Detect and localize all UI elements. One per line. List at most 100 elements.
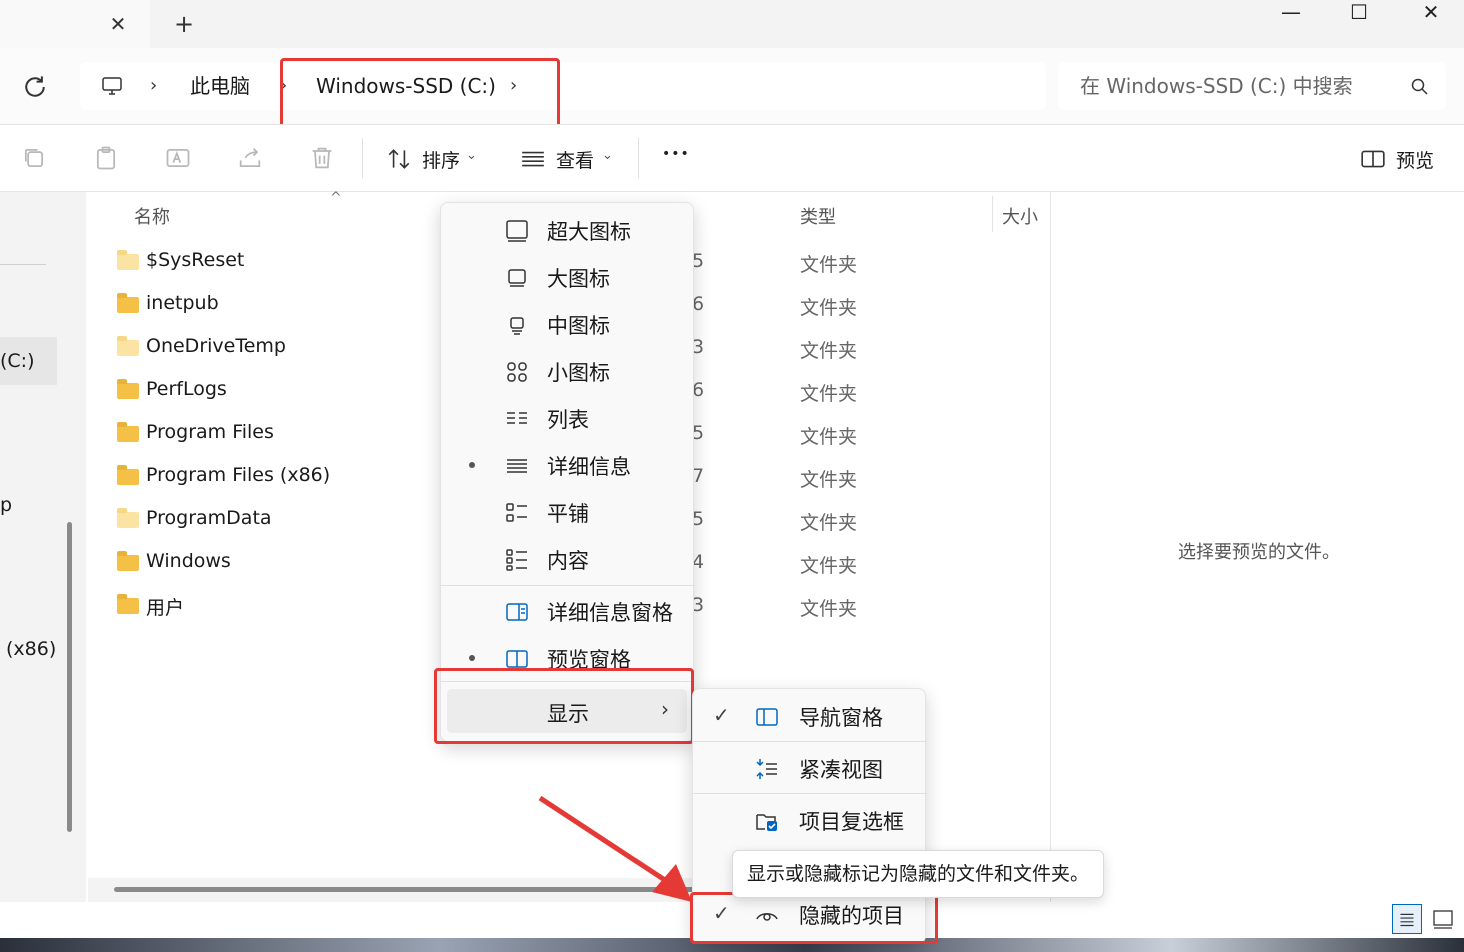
file-name: ProgramData	[146, 507, 272, 529]
close-window-button[interactable]: ✕	[1396, 0, 1464, 26]
menu-item-small-icons[interactable]: 小图标	[441, 348, 695, 395]
preview-pane-icon[interactable]	[1360, 148, 1386, 170]
menu-item-navigation-pane[interactable]: ✓ 导航窗格	[693, 693, 927, 740]
maximize-button[interactable]: ☐	[1324, 0, 1394, 26]
column-header-size[interactable]: 大小	[1002, 203, 1038, 229]
folder-icon	[117, 551, 139, 571]
vertical-scrollbar[interactable]	[67, 522, 72, 832]
folder-icon	[117, 508, 139, 528]
details-icon	[507, 459, 527, 473]
checkmark-icon: ✓	[713, 703, 730, 727]
sidebar-item-label[interactable]: (x86)	[6, 638, 56, 660]
chevron-right-icon[interactable]: ›	[150, 62, 157, 110]
command-bar	[0, 124, 1464, 192]
menu-divider	[693, 793, 927, 794]
menu-item-tiles[interactable]: 平铺	[441, 489, 695, 536]
details-view-icon[interactable]	[1392, 904, 1422, 934]
delete-icon[interactable]	[308, 144, 336, 172]
title-bar	[0, 0, 1464, 48]
search-input[interactable]: 在 Windows-SSD (C:) 中搜索	[1058, 62, 1446, 110]
menu-item-label: 平铺	[547, 502, 589, 526]
computer-icon	[102, 77, 122, 95]
menu-item-content[interactable]: 内容	[441, 536, 695, 583]
large-icons-icon	[508, 269, 526, 287]
file-type: 文件夹	[800, 555, 858, 577]
small-icons-icon	[507, 362, 527, 382]
more-options-button[interactable]: •••	[662, 146, 690, 162]
tiles-icon	[506, 503, 527, 522]
file-name: $SysReset	[146, 249, 245, 271]
navigation-pane	[0, 192, 58, 902]
file-type: 文件夹	[800, 297, 858, 319]
tooltip: 显示或隐藏标记为隐藏的文件和文件夹。	[732, 850, 1105, 898]
refresh-icon[interactable]	[20, 72, 50, 102]
menu-item-details-pane[interactable]: 详细信息窗格	[441, 588, 695, 635]
menu-item-compact-view[interactable]: 紧凑视图	[693, 745, 927, 792]
folder-icon	[117, 379, 139, 399]
paste-icon[interactable]	[92, 144, 120, 172]
minimize-button[interactable]: —	[1256, 0, 1326, 26]
copy-icon[interactable]	[20, 144, 48, 172]
details-pane-icon	[506, 603, 528, 621]
file-type: 文件夹	[800, 426, 858, 448]
menu-item-label: 小图标	[547, 361, 610, 385]
file-type: 文件夹	[800, 383, 858, 405]
navigation-pane-icon	[756, 708, 778, 726]
breadcrumb-this-pc[interactable]: 此电脑	[190, 62, 250, 110]
file-type: 文件夹	[800, 469, 858, 491]
list-icon	[507, 412, 527, 424]
column-header-type[interactable]: 类型	[800, 203, 836, 229]
view-icon[interactable]	[520, 148, 546, 170]
search-icon[interactable]	[1410, 77, 1430, 97]
column-header-name[interactable]: 名称	[134, 203, 170, 229]
file-name: OneDriveTemp	[146, 335, 286, 357]
menu-item-label: 大图标	[547, 267, 610, 291]
chevron-down-icon[interactable]: ⌄	[466, 148, 477, 163]
menu-item-label: 详细信息窗格	[547, 601, 673, 625]
sidebar-divider	[0, 264, 46, 265]
folder-icon	[117, 594, 139, 614]
menu-item-item-checkboxes[interactable]: 项目复选框	[693, 797, 927, 844]
file-name: 用户	[146, 597, 185, 619]
menu-item-extra-large-icons[interactable]: 超大图标	[441, 207, 695, 254]
menu-item-label: 紧凑视图	[799, 758, 883, 782]
extra-large-icons-icon	[506, 220, 528, 242]
sidebar-scroll-track	[58, 192, 86, 902]
menu-item-details[interactable]: 详细信息	[441, 442, 695, 489]
menu-item-label: 详细信息	[547, 455, 631, 479]
selected-dot-icon	[469, 655, 475, 661]
content-icon	[506, 549, 527, 571]
file-name: Windows	[146, 550, 231, 572]
menu-item-label: 导航窗格	[799, 706, 883, 730]
new-tab-button[interactable]: +	[170, 10, 198, 38]
menu-item-large-icons[interactable]: 大图标	[441, 254, 695, 301]
toolbar-divider	[638, 138, 639, 178]
folder-icon	[117, 336, 139, 356]
sort-icon[interactable]	[386, 146, 412, 172]
menu-item-label: 超大图标	[547, 220, 631, 244]
file-type: 文件夹	[800, 340, 858, 362]
preview-divider	[1050, 192, 1051, 902]
folder-icon	[117, 422, 139, 442]
compact-view-icon	[756, 759, 777, 779]
menu-item-label: 中图标	[547, 314, 610, 338]
highlight-box-hidden-items	[690, 892, 938, 944]
file-name: PerfLogs	[146, 378, 227, 400]
rename-icon[interactable]	[164, 144, 192, 172]
folder-icon	[117, 250, 139, 270]
folder-icon	[117, 293, 139, 313]
tab-close-icon[interactable]: ✕	[106, 12, 130, 36]
menu-item-medium-icons[interactable]: 中图标	[441, 301, 695, 348]
share-icon[interactable]	[236, 144, 264, 172]
view-menu: 超大图标 大图标 中图标 小图标 列表 详细信息 平铺 内容 详细信息窗格 预览…	[440, 202, 695, 742]
menu-item-list[interactable]: 列表	[441, 395, 695, 442]
view-button[interactable]: 查看	[556, 146, 594, 173]
tiles-view-icon[interactable]	[1428, 904, 1458, 934]
sidebar-item-label[interactable]: p	[0, 494, 12, 516]
folder-icon	[117, 465, 139, 485]
menu-item-label: 内容	[547, 549, 589, 573]
chevron-down-icon[interactable]: ⌄	[602, 148, 613, 163]
sort-button[interactable]: 排序	[422, 146, 460, 173]
preview-button[interactable]: 预览	[1396, 146, 1434, 173]
menu-item-label: 项目复选框	[799, 810, 904, 834]
